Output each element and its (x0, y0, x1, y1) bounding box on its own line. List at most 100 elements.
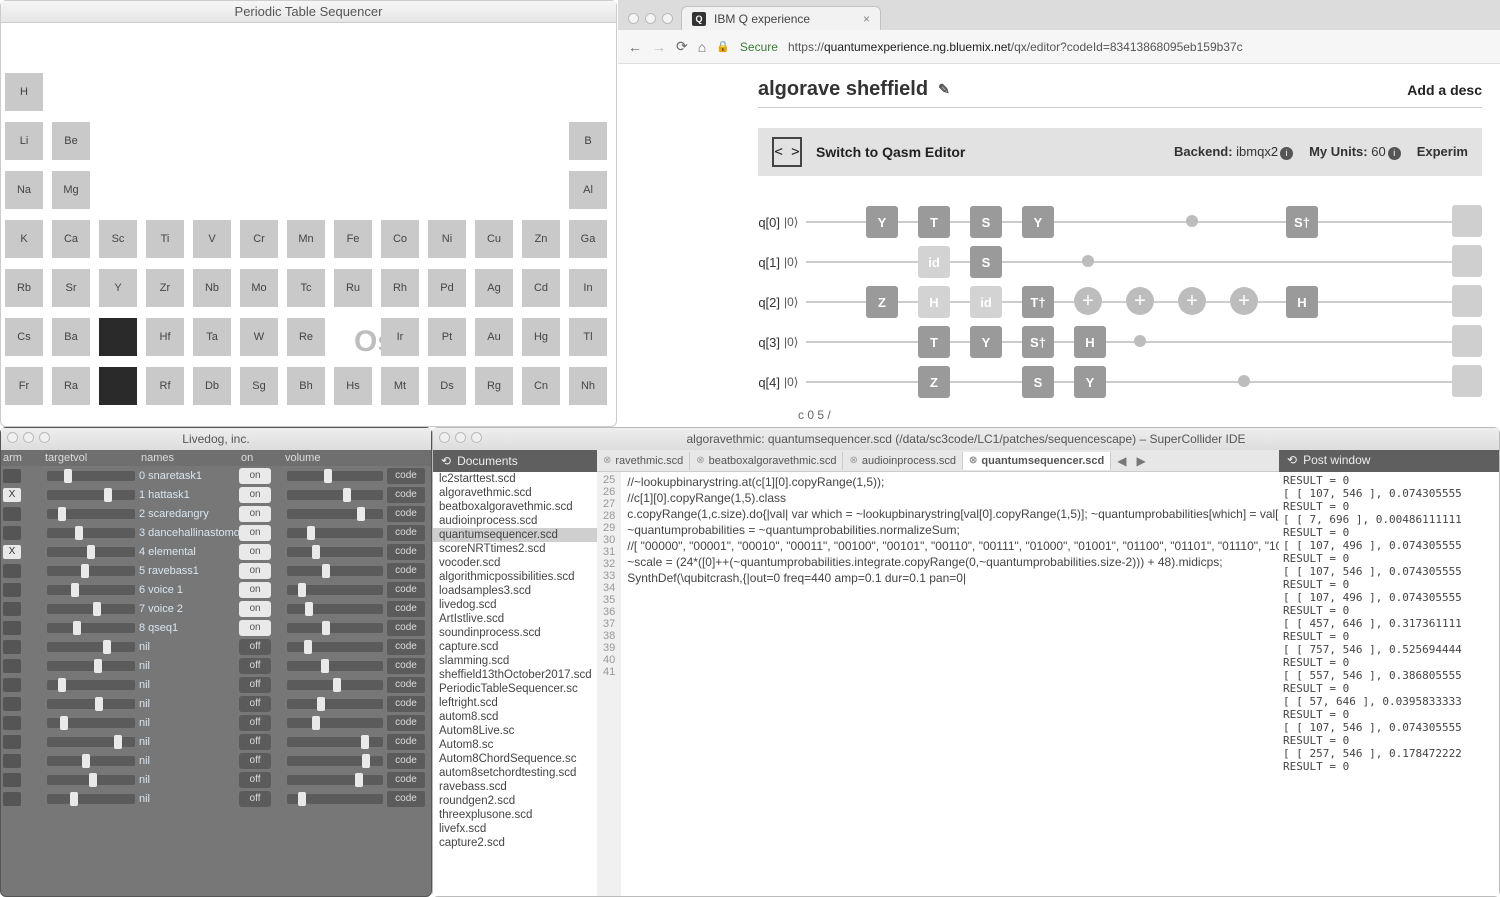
document-item[interactable]: vocoder.scd (433, 556, 597, 570)
element-cell[interactable]: Ca (52, 220, 90, 258)
element-cell[interactable]: Zr (146, 269, 184, 307)
gate-h[interactable]: H (918, 286, 950, 318)
targetvol-slider[interactable] (47, 756, 135, 766)
on-toggle[interactable]: on (239, 525, 271, 541)
control-dot-icon[interactable] (1134, 335, 1146, 347)
document-item[interactable]: ArtIstlive.scd (433, 612, 597, 626)
document-item[interactable]: livefx.scd (433, 822, 597, 836)
element-cell[interactable]: Ba (52, 318, 90, 356)
targetvol-slider[interactable] (47, 566, 135, 576)
element-cell[interactable]: Sg (240, 367, 278, 405)
element-cell[interactable]: Pd (428, 269, 466, 307)
targetvol-slider[interactable] (47, 642, 135, 652)
element-cell[interactable]: Au (475, 318, 513, 356)
document-item[interactable]: scoreNRTtimes2.scd (433, 542, 597, 556)
element-cell[interactable]: B (569, 122, 607, 160)
gate-y[interactable]: Y (866, 206, 898, 238)
url-bar[interactable]: https://quantumexperience.ng.bluemix.net… (788, 40, 1243, 54)
close-icon[interactable]: ⊗ (849, 455, 857, 466)
document-item[interactable]: capture.scd (433, 640, 597, 654)
document-item[interactable]: threexplusone.scd (433, 808, 597, 822)
measure-icon[interactable] (1452, 205, 1482, 237)
arm-toggle[interactable]: X (3, 488, 21, 502)
volume-slider[interactable] (287, 794, 383, 804)
element-cell[interactable]: V (193, 220, 231, 258)
measure-icon[interactable] (1452, 245, 1482, 277)
element-cell[interactable]: Mo (240, 269, 278, 307)
editor-tab[interactable]: ⊗quantumsequencer.scd (963, 452, 1111, 470)
code-button[interactable]: code (387, 506, 425, 522)
volume-slider[interactable] (287, 737, 383, 747)
on-toggle[interactable]: on (239, 487, 271, 503)
element-cell[interactable]: Ga (569, 220, 607, 258)
element-cell[interactable]: K (5, 220, 43, 258)
element-cell[interactable]: Re (287, 318, 325, 356)
element-cell[interactable]: In (569, 269, 607, 307)
element-cell[interactable]: Al (569, 171, 607, 209)
element-cell[interactable]: Tl (569, 318, 607, 356)
gate-z[interactable]: Z (866, 286, 898, 318)
gate-t[interactable]: T (918, 206, 950, 238)
volume-slider[interactable] (287, 547, 383, 557)
on-toggle[interactable]: off (239, 753, 271, 769)
element-cell[interactable]: Ti (146, 220, 184, 258)
gate-s[interactable]: S (970, 206, 1002, 238)
qasm-toggle-button[interactable]: < > (772, 137, 802, 167)
document-item[interactable]: ravebass.scd (433, 780, 597, 794)
editor-tab[interactable]: ⊗ravethmic.scd (597, 452, 690, 470)
volume-slider[interactable] (287, 680, 383, 690)
info-icon[interactable]: i (1280, 147, 1293, 160)
element-cell[interactable]: W (240, 318, 278, 356)
quantum-wire[interactable]: idS (806, 261, 1482, 263)
code-button[interactable]: code (387, 715, 425, 731)
reload-icon[interactable]: ⟳ (676, 38, 688, 55)
on-toggle[interactable]: on (239, 506, 271, 522)
arm-toggle[interactable] (3, 716, 21, 730)
on-toggle[interactable]: off (239, 715, 271, 731)
code-button[interactable]: code (387, 734, 425, 750)
targetvol-slider[interactable] (47, 471, 135, 481)
control-dot-icon[interactable] (1082, 255, 1094, 267)
on-toggle[interactable]: on (239, 582, 271, 598)
code-button[interactable]: code (387, 639, 425, 655)
volume-slider[interactable] (287, 642, 383, 652)
element-cell[interactable]: Ru (334, 269, 372, 307)
element-cell[interactable]: Cu (475, 220, 513, 258)
code-button[interactable]: code (387, 620, 425, 636)
element-cell[interactable]: Tc (287, 269, 325, 307)
document-item[interactable]: lc2starttest.scd (433, 472, 597, 486)
document-item[interactable]: PeriodicTableSequencer.sc (433, 682, 597, 696)
volume-slider[interactable] (287, 490, 383, 500)
arm-toggle[interactable] (3, 678, 21, 692)
close-icon[interactable]: ⊗ (603, 455, 611, 466)
gate-s†[interactable]: S† (1022, 326, 1054, 358)
targetvol-slider[interactable] (47, 547, 135, 557)
on-toggle[interactable]: off (239, 639, 271, 655)
element-cell[interactable]: Cr (240, 220, 278, 258)
gate-t[interactable]: T (918, 326, 950, 358)
code-button[interactable]: code (387, 791, 425, 807)
quantum-wire[interactable]: YTSYS† (806, 221, 1482, 223)
close-icon[interactable]: ⊗ (969, 455, 977, 466)
volume-slider[interactable] (287, 509, 383, 519)
element-cell[interactable]: Na (5, 171, 43, 209)
on-toggle[interactable]: off (239, 734, 271, 750)
element-cell[interactable]: Cd (522, 269, 560, 307)
volume-slider[interactable] (287, 775, 383, 785)
gate-s[interactable]: S (970, 246, 1002, 278)
element-cell[interactable]: Cn (522, 367, 560, 405)
targetvol-slider[interactable] (47, 490, 135, 500)
back-icon[interactable]: ← (628, 39, 642, 55)
document-item[interactable]: beatboxalgoravethmic.scd (433, 500, 597, 514)
editor-tab[interactable]: ⊗audioinprocess.scd (843, 452, 963, 470)
volume-slider[interactable] (287, 566, 383, 576)
element-cell[interactable]: H (5, 73, 43, 111)
tab-nav[interactable]: ◀ ▶ (1111, 454, 1151, 468)
element-cell[interactable]: Ds (428, 367, 466, 405)
targetvol-slider[interactable] (47, 775, 135, 785)
code-button[interactable]: code (387, 468, 425, 484)
targetvol-slider[interactable] (47, 604, 135, 614)
reload-icon[interactable]: ⟲ (1287, 453, 1297, 467)
arm-toggle[interactable] (3, 773, 21, 787)
quantum-wire[interactable]: ZSY (806, 381, 1482, 383)
